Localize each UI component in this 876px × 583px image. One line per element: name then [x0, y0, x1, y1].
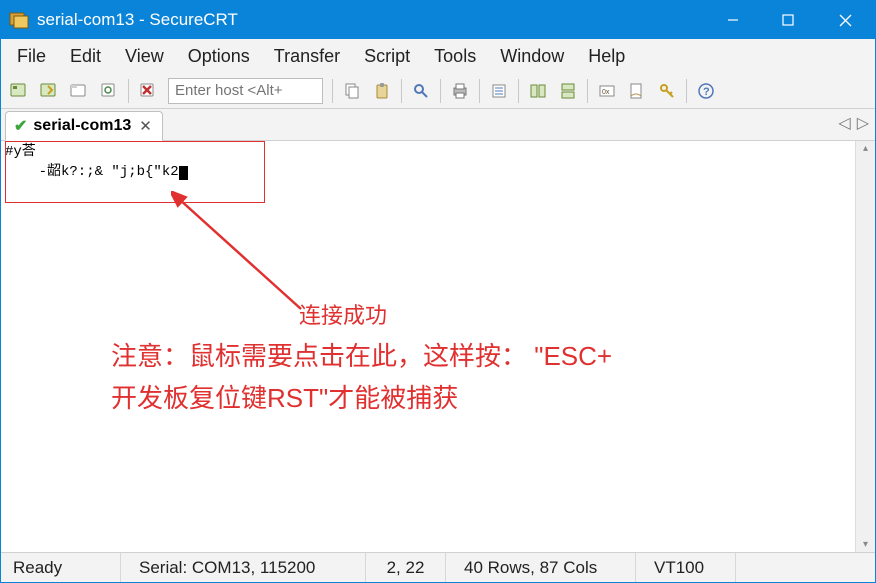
script-icon[interactable] — [623, 77, 651, 105]
tile-vertical-icon[interactable] — [524, 77, 552, 105]
host-input[interactable] — [168, 78, 323, 104]
status-serial: Serial: COM13, 115200 — [121, 553, 366, 582]
status-cursor-pos: 2, 22 — [366, 553, 446, 582]
hex-view-icon[interactable]: 0x — [593, 77, 621, 105]
status-emulation: VT100 — [636, 553, 736, 582]
status-spacer — [736, 553, 875, 582]
terminal-line: #y荅 — [5, 144, 36, 160]
svg-text:?: ? — [703, 86, 710, 98]
annotation-success-label: 连接成功 — [299, 298, 387, 330]
titlebar: serial-com13 - SecureCRT — [1, 1, 875, 39]
terminal-area[interactable]: #y荅 -龆k?:;& "j;b{"k2 连接成功 注意：鼠标需要点击在此，这样… — [1, 141, 875, 552]
session-manager-icon[interactable] — [5, 77, 33, 105]
menu-file[interactable]: File — [7, 42, 56, 71]
tab-next-icon[interactable]: ▷ — [857, 113, 869, 133]
terminal-output: #y荅 -龆k?:;& "j;b{"k2 — [1, 141, 875, 184]
connected-check-icon: ✔ — [14, 116, 27, 136]
find-icon[interactable] — [407, 77, 435, 105]
window-title: serial-com13 - SecureCRT — [37, 10, 238, 30]
menu-window[interactable]: Window — [490, 42, 574, 71]
tabbar: ✔ serial-com13 ✕ ◁ ▷ — [1, 109, 875, 141]
menu-edit[interactable]: Edit — [60, 42, 111, 71]
menubar: File Edit View Options Transfer Script T… — [1, 39, 875, 73]
print-icon[interactable] — [446, 77, 474, 105]
help-icon[interactable]: ? — [692, 77, 720, 105]
session-tab[interactable]: ✔ serial-com13 ✕ — [5, 111, 163, 141]
paste-icon[interactable] — [368, 77, 396, 105]
copy-icon[interactable] — [338, 77, 366, 105]
minimize-button[interactable] — [705, 1, 760, 39]
vertical-scrollbar[interactable] — [855, 141, 875, 552]
cursor-icon — [179, 166, 188, 180]
properties-icon[interactable] — [485, 77, 513, 105]
disconnect-icon[interactable] — [134, 77, 162, 105]
menu-help[interactable]: Help — [578, 42, 635, 71]
annotation-arrow-icon — [171, 191, 321, 321]
menu-options[interactable]: Options — [178, 42, 260, 71]
menu-script[interactable]: Script — [354, 42, 420, 71]
maximize-button[interactable] — [760, 1, 815, 39]
quick-connect-icon[interactable] — [35, 77, 63, 105]
app-icon — [9, 10, 29, 30]
key-icon[interactable] — [653, 77, 681, 105]
annotation-note-label: 注意：鼠标需要点击在此，这样按： "ESC+ 开发板复位键RST"才能被捕获 — [111, 336, 835, 419]
menu-transfer[interactable]: Transfer — [264, 42, 350, 71]
toolbar: 0x ? — [1, 73, 875, 109]
tile-horizontal-icon[interactable] — [554, 77, 582, 105]
close-button[interactable] — [815, 1, 875, 39]
status-ready: Ready — [1, 553, 121, 582]
tab-prev-icon[interactable]: ◁ — [838, 113, 850, 133]
tab-close-icon[interactable]: ✕ — [137, 117, 154, 135]
reconnect-icon[interactable] — [95, 77, 123, 105]
terminal-line: -龆k?:;& "j;b{"k2 — [5, 164, 179, 180]
status-dimensions: 40 Rows, 87 Cols — [446, 553, 636, 582]
statusbar: Ready Serial: COM13, 115200 2, 22 40 Row… — [1, 552, 875, 582]
menu-tools[interactable]: Tools — [424, 42, 486, 71]
menu-view[interactable]: View — [115, 42, 174, 71]
svg-text:0x: 0x — [602, 89, 610, 96]
tab-label: serial-com13 — [33, 117, 131, 135]
connect-in-tab-icon[interactable] — [65, 77, 93, 105]
